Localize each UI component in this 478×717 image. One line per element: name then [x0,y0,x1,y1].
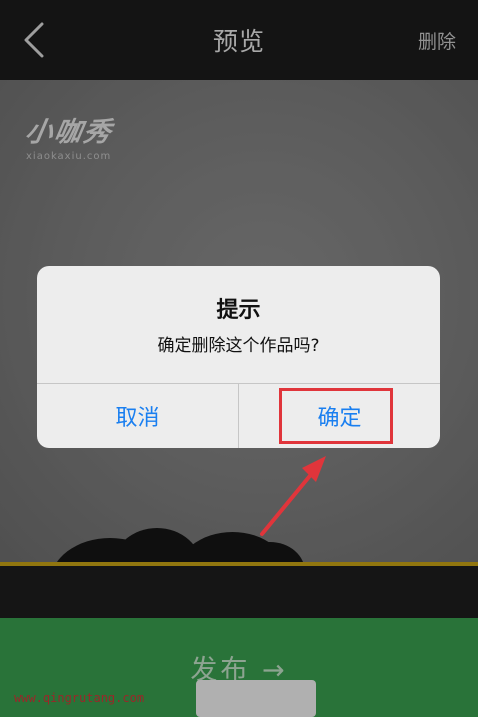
annotation-highlight-box [279,388,393,444]
dialog-title: 提示 [216,298,261,323]
preview-screen: 预览 删除 小咖秀 xiaokaxiu.com 发布 → www.qingrut… [0,0,478,717]
dialog-message: 确定删除这个作品吗? [157,336,320,356]
cancel-button[interactable]: 取消 [37,384,238,448]
